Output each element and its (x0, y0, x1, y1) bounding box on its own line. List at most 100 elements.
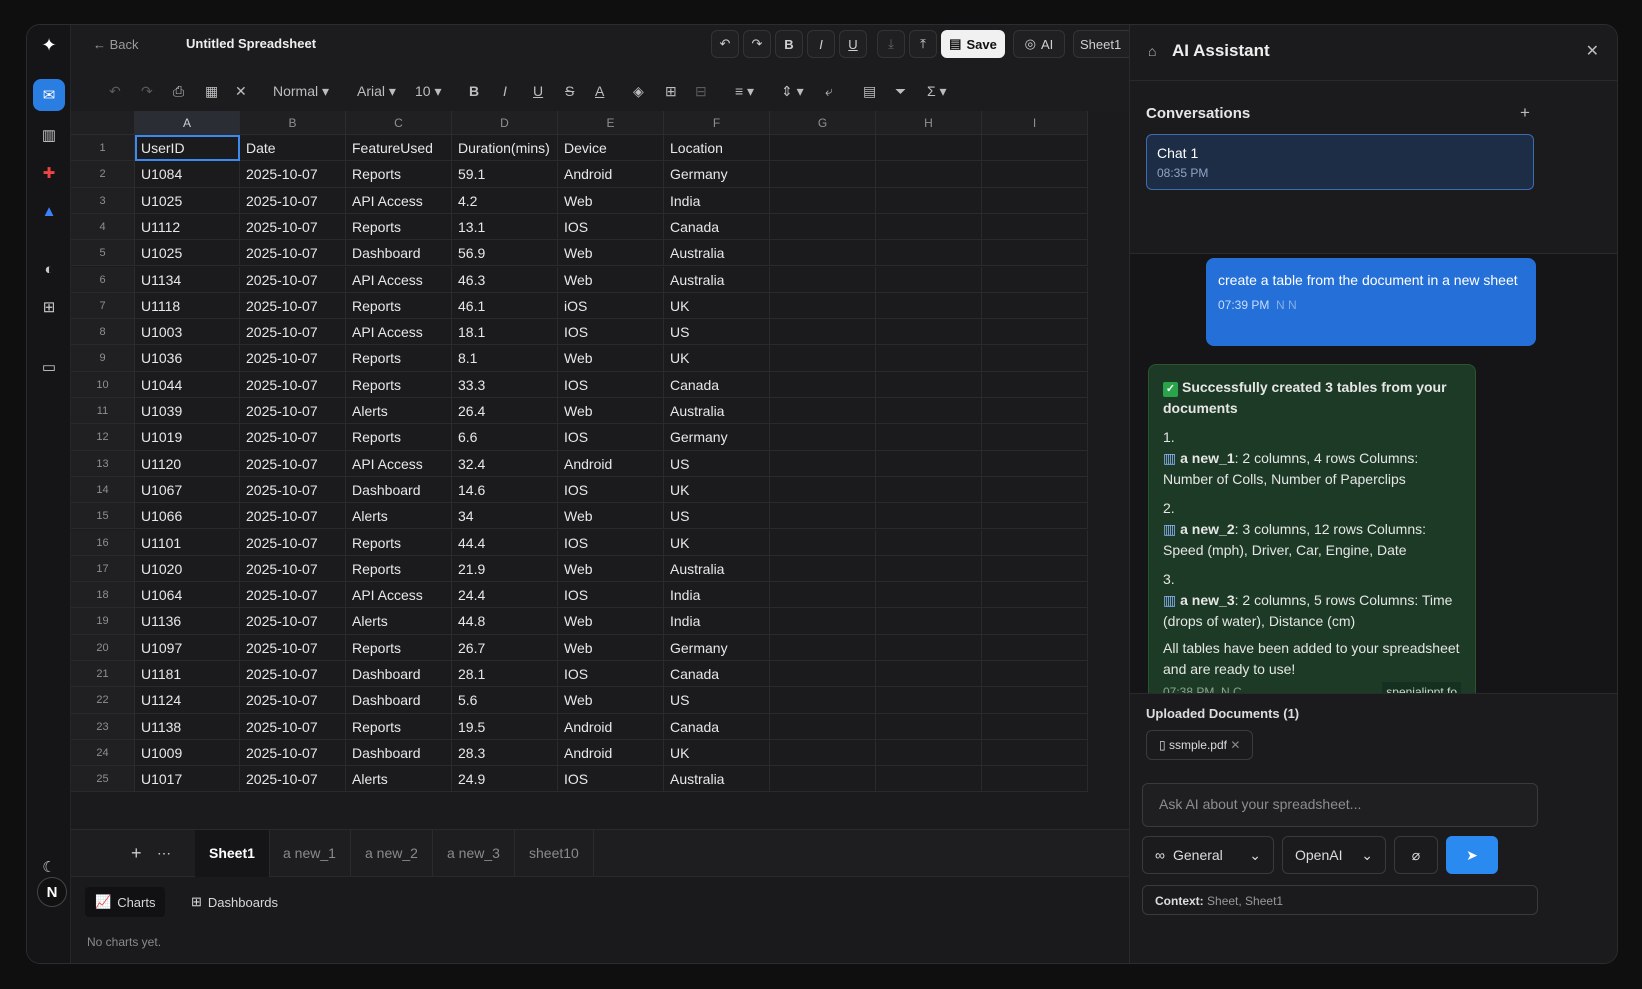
table-cell[interactable]: 2025-10-07 (240, 213, 346, 241)
spreadsheet-grid[interactable]: A B C D E F G H I 1 UserID Date FeatureUsed Duration(… (71, 111, 1209, 829)
table-cell[interactable]: Australia (664, 555, 770, 583)
table-cell[interactable]: 46.1 (452, 292, 558, 320)
bold-button[interactable]: B (775, 30, 803, 58)
table-cell[interactable] (982, 187, 1088, 214)
table-cell[interactable]: India (664, 608, 770, 635)
table-cell[interactable]: 59.1 (452, 161, 558, 188)
table-cell[interactable]: 2025-10-07 (240, 398, 346, 425)
table-cell[interactable] (982, 240, 1088, 267)
palette-icon[interactable]: ◐ (33, 253, 65, 285)
table-cell[interactable] (982, 292, 1088, 320)
table-cell[interactable]: 21.9 (452, 555, 558, 583)
table-cell[interactable]: 28.1 (452, 661, 558, 688)
table-cell[interactable] (982, 450, 1088, 477)
table-cell[interactable] (982, 608, 1088, 635)
merge-cells-icon[interactable]: ⊟ (695, 79, 707, 103)
table-cell[interactable]: Reports (346, 555, 452, 583)
table-cell[interactable] (770, 266, 876, 293)
table-cell[interactable] (876, 582, 982, 609)
slack-icon[interactable]: ✚ (33, 157, 65, 189)
table-cell[interactable]: 18.1 (452, 319, 558, 346)
table-cell[interactable]: U1025 (135, 187, 240, 214)
table-cell[interactable]: Canada (664, 713, 770, 740)
table-cell[interactable]: Web (558, 555, 664, 583)
table-cell[interactable]: 5.6 (452, 687, 558, 714)
table-cell[interactable]: IOS (558, 476, 664, 504)
table-cell[interactable]: 4.2 (452, 187, 558, 214)
conversation-item[interactable]: Chat 1 08:35 PM (1146, 134, 1534, 190)
table-cell[interactable]: UK (664, 739, 770, 767)
table-cell[interactable]: 2025-10-07 (240, 240, 346, 267)
table-cell[interactable]: IOS (558, 213, 664, 241)
ai-button[interactable]: ◎ AI (1013, 30, 1065, 58)
table-cell[interactable]: Australia (664, 240, 770, 267)
table-cell[interactable]: Dashboard (346, 739, 452, 767)
row-header[interactable]: 16 (71, 529, 135, 556)
table-cell[interactable] (876, 292, 982, 320)
table-cell[interactable]: Duration(mins) (452, 135, 558, 162)
table-cell[interactable]: U1097 (135, 634, 240, 661)
redo-button[interactable]: ↷ (743, 30, 771, 58)
table-cell[interactable] (770, 687, 876, 714)
sheet-tab[interactable]: a new_1 (269, 830, 351, 877)
row-header[interactable]: 23 (71, 713, 135, 740)
table-cell[interactable] (876, 240, 982, 267)
mode-select[interactable]: ∞ General ⌄ (1142, 836, 1274, 874)
table-cell[interactable]: Canada (664, 661, 770, 688)
table-cell[interactable] (770, 661, 876, 688)
save-button[interactable]: ▤ Save (941, 30, 1005, 58)
library-icon[interactable]: ▥ (33, 119, 65, 151)
print-icon[interactable]: ⎙ (173, 79, 184, 103)
table-cell[interactable]: IOS (558, 529, 664, 556)
table-cell[interactable] (876, 398, 982, 425)
table-cell[interactable]: 56.9 (452, 240, 558, 267)
row-header[interactable]: 10 (71, 371, 135, 398)
row-header[interactable]: 18 (71, 582, 135, 609)
row-header[interactable]: 15 (71, 503, 135, 530)
table-cell[interactable]: 2025-10-07 (240, 661, 346, 688)
table-cell[interactable]: Australia (664, 398, 770, 425)
card-icon[interactable]: ▭ (33, 351, 65, 383)
table-cell[interactable]: 2025-10-07 (240, 687, 346, 714)
underline-button[interactable]: U (839, 30, 867, 58)
table-cell[interactable] (982, 529, 1088, 556)
table-cell[interactable]: IOS (558, 766, 664, 793)
table-cell[interactable]: 2025-10-07 (240, 582, 346, 609)
table-cell[interactable] (876, 319, 982, 346)
table-cell[interactable]: U1124 (135, 687, 240, 714)
table-cell[interactable]: Android (558, 161, 664, 188)
dashboards-tab[interactable]: ⊞ Dashboards (181, 887, 288, 917)
table-cell[interactable]: 6.6 (452, 424, 558, 451)
column-header[interactable]: I (982, 111, 1088, 135)
table-cell[interactable] (982, 503, 1088, 530)
row-header[interactable]: 20 (71, 634, 135, 661)
table-cell[interactable]: 2025-10-07 (240, 739, 346, 767)
column-header[interactable]: G (770, 111, 876, 135)
font-select[interactable]: Arial ▾ (357, 79, 396, 103)
table-cell[interactable]: UK (664, 292, 770, 320)
table-cell[interactable]: Alerts (346, 503, 452, 530)
redo-icon[interactable]: ↷ (141, 79, 153, 103)
italic-icon[interactable]: I (503, 79, 507, 103)
table-cell[interactable] (876, 687, 982, 714)
table-cell[interactable] (770, 213, 876, 241)
table-cell[interactable] (876, 766, 982, 793)
table-cell[interactable]: US (664, 319, 770, 346)
table-cell[interactable] (982, 161, 1088, 188)
table-cell[interactable]: 2025-10-07 (240, 450, 346, 477)
row-header[interactable]: 4 (71, 213, 135, 241)
table-cell[interactable] (770, 398, 876, 425)
table-cell[interactable] (876, 713, 982, 740)
table-cell[interactable]: Web (558, 240, 664, 267)
table-cell[interactable]: U1067 (135, 476, 240, 504)
table-cell[interactable]: 2025-10-07 (240, 161, 346, 188)
table-cell[interactable]: Germany (664, 161, 770, 188)
row-header[interactable]: 24 (71, 739, 135, 767)
table-cell[interactable]: U1118 (135, 292, 240, 320)
table-cell[interactable]: 2025-10-07 (240, 292, 346, 320)
table-cell[interactable]: Germany (664, 634, 770, 661)
table-cell[interactable]: 44.4 (452, 529, 558, 556)
table-cell[interactable]: Android (558, 713, 664, 740)
table-cell[interactable] (876, 424, 982, 451)
table-cell[interactable]: Alerts (346, 766, 452, 793)
